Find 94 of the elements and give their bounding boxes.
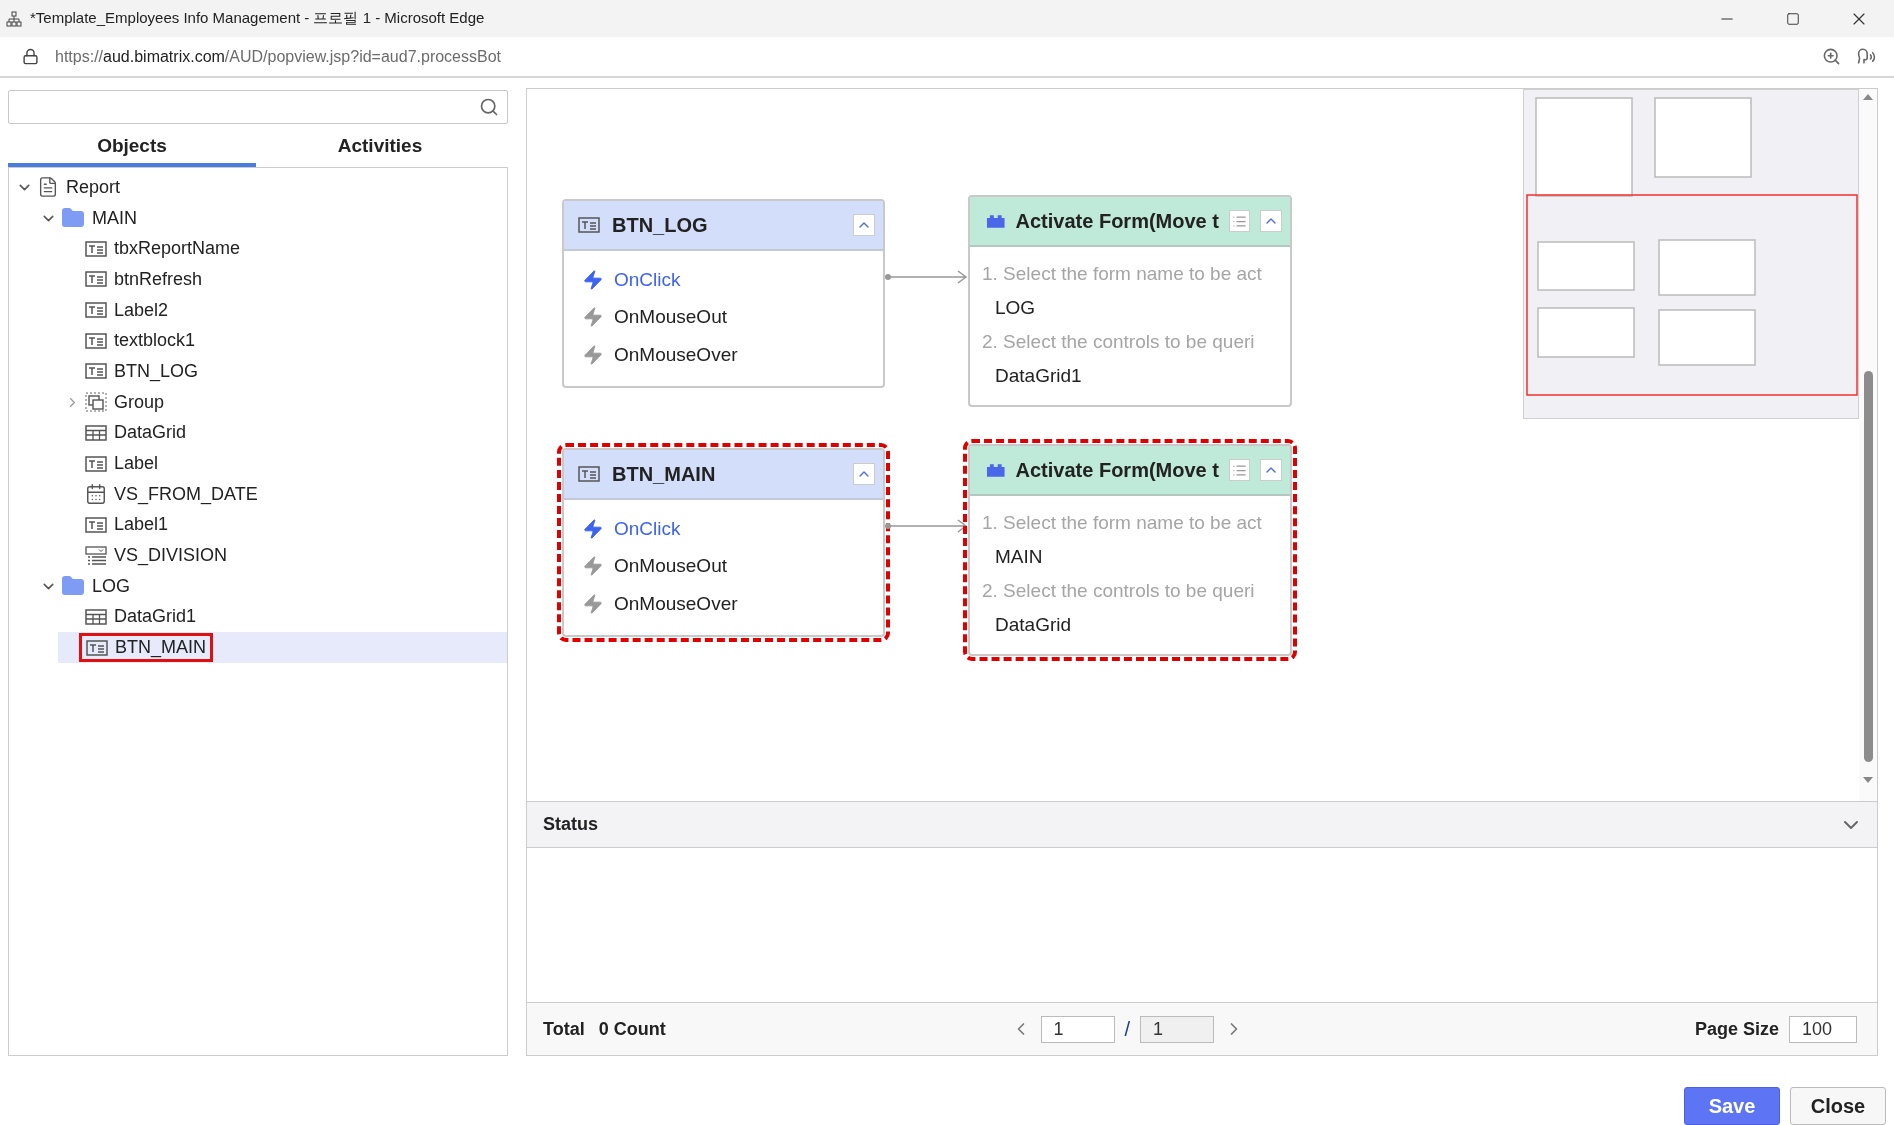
step-value: LOG (994, 296, 1037, 320)
node-title: BTN_MAIN (612, 462, 717, 486)
node-title: Activate Form(Move t (1015, 209, 1219, 233)
list-button[interactable] (1228, 459, 1251, 481)
text-control-icon (85, 516, 107, 533)
scrollbar[interactable] (1859, 89, 1877, 801)
text-control-icon (85, 240, 107, 257)
tree-item[interactable]: Label (81, 452, 163, 476)
selected-row[interactable]: BTN_MAIN (58, 632, 507, 663)
scroll-thumb[interactable] (1863, 371, 1873, 762)
text-control-icon (578, 217, 600, 233)
tree-item[interactable]: BTN_MAIN (82, 636, 210, 660)
list-icon (1232, 462, 1248, 478)
event-item[interactable]: OnMouseOver (582, 336, 883, 374)
lightning-icon (582, 343, 604, 366)
maximize-icon[interactable] (1786, 11, 1800, 26)
lock-icon (22, 48, 39, 65)
node-title: Activate Form(Move t (1015, 458, 1219, 482)
grid-icon (85, 608, 107, 625)
tree-item[interactable]: DataGrid (81, 421, 191, 445)
list-icon (1232, 213, 1248, 229)
text-control-icon (578, 466, 600, 482)
collapse-button[interactable] (1260, 210, 1282, 232)
step-value: DataGrid1 (994, 364, 1083, 388)
scroll-up-icon[interactable] (1862, 93, 1874, 101)
event-item[interactable]: OnMouseOver (582, 585, 883, 623)
total-count: 0 Count (598, 1018, 666, 1040)
text-control-icon (85, 332, 107, 349)
event-item[interactable]: OnMouseOut (582, 547, 883, 585)
dropdown-list-icon (85, 545, 107, 566)
page-separator: / (1124, 1017, 1131, 1041)
status-title: Status (543, 814, 599, 835)
total-label: Total (543, 1018, 585, 1040)
event-item[interactable]: OnMouseOut (582, 298, 883, 336)
text-control-icon (85, 302, 107, 319)
tree-item[interactable]: BTN_LOG (81, 359, 203, 383)
search-field[interactable] (8, 90, 508, 124)
tree-item[interactable]: DataGrid1 (81, 605, 201, 629)
step-value: MAIN (994, 545, 1044, 569)
page-count-field[interactable]: 1 (1140, 1015, 1215, 1043)
scroll-down-icon[interactable] (1862, 776, 1874, 784)
group-icon (85, 392, 107, 413)
grid-icon (85, 424, 107, 441)
brick-icon (986, 214, 1006, 228)
zoom-in-icon[interactable] (1822, 47, 1841, 66)
sitemap-icon (6, 10, 22, 27)
tree-item[interactable]: MAIN (57, 205, 141, 232)
window-title: *Template_Employees Info Management - 프로필 1 - Microsoft Edge (30, 9, 486, 28)
tree-item[interactable]: VS_FROM_DATE (81, 482, 262, 507)
step-value: DataGrid (994, 613, 1073, 637)
tree-item[interactable]: LOG (57, 573, 134, 600)
collapse-button[interactable] (853, 463, 875, 485)
lightning-icon (582, 268, 604, 291)
close-button[interactable]: Close (1790, 1087, 1886, 1125)
step-label: 2. Select the controls to be queri (982, 579, 1256, 603)
lightning-icon (582, 592, 604, 615)
text-control-icon (85, 363, 107, 380)
tree-item[interactable]: Label1 (81, 513, 173, 537)
tree-item[interactable]: VS_DIVISION (81, 544, 232, 568)
text-control-icon (85, 271, 107, 288)
tree-item[interactable]: Label2 (81, 298, 173, 322)
tree-item[interactable]: Group (81, 390, 169, 414)
tab[interactable]: Objects (8, 128, 256, 167)
step-label: 2. Select the controls to be queri (982, 330, 1256, 354)
trigger-node[interactable]: BTN_LOG OnClick OnMouseOut OnMouseOver (562, 199, 885, 388)
tree-item[interactable]: btnRefresh (81, 267, 207, 291)
brick-icon (986, 463, 1006, 477)
tree-item[interactable]: tbxReportName (81, 237, 245, 261)
speech-icon[interactable] (1857, 47, 1876, 66)
lightning-icon (582, 555, 604, 578)
lightning-icon (582, 306, 604, 329)
page-size-field[interactable]: 100 (1789, 1015, 1857, 1043)
action-node[interactable]: Activate Form(Move t 1. Select the form name to be act LOG 2. Select the controls to be queri DataGrid1 (968, 195, 1292, 407)
event-item[interactable]: OnClick (582, 510, 883, 548)
tree-item[interactable]: Report (33, 175, 125, 200)
step-label: 1. Select the form name to be act (982, 511, 1263, 535)
page-field[interactable]: 1 (1040, 1015, 1115, 1043)
step-label: 1. Select the form name to be act (982, 262, 1263, 286)
text-control-icon (85, 455, 107, 472)
tree-item[interactable]: textblock1 (81, 329, 200, 353)
collapse-button[interactable] (853, 214, 875, 236)
url-text[interactable]: https://aud.bimatrix.com/AUD/popview.jsp?id=aud7.processBot (55, 47, 1806, 66)
calendar-icon (85, 483, 107, 506)
node-title: BTN_LOG (612, 213, 709, 237)
save-button[interactable]: Save (1684, 1087, 1780, 1125)
text-control-icon (86, 639, 108, 656)
event-item[interactable]: OnClick (582, 261, 883, 299)
search-icon[interactable] (479, 97, 499, 117)
collapse-button[interactable] (1260, 459, 1282, 481)
list-button[interactable] (1228, 210, 1251, 232)
lightning-icon (582, 517, 604, 540)
document-icon (37, 176, 59, 199)
page-size-label: Page Size (1694, 1018, 1779, 1040)
tab[interactable]: Activities (256, 128, 504, 167)
